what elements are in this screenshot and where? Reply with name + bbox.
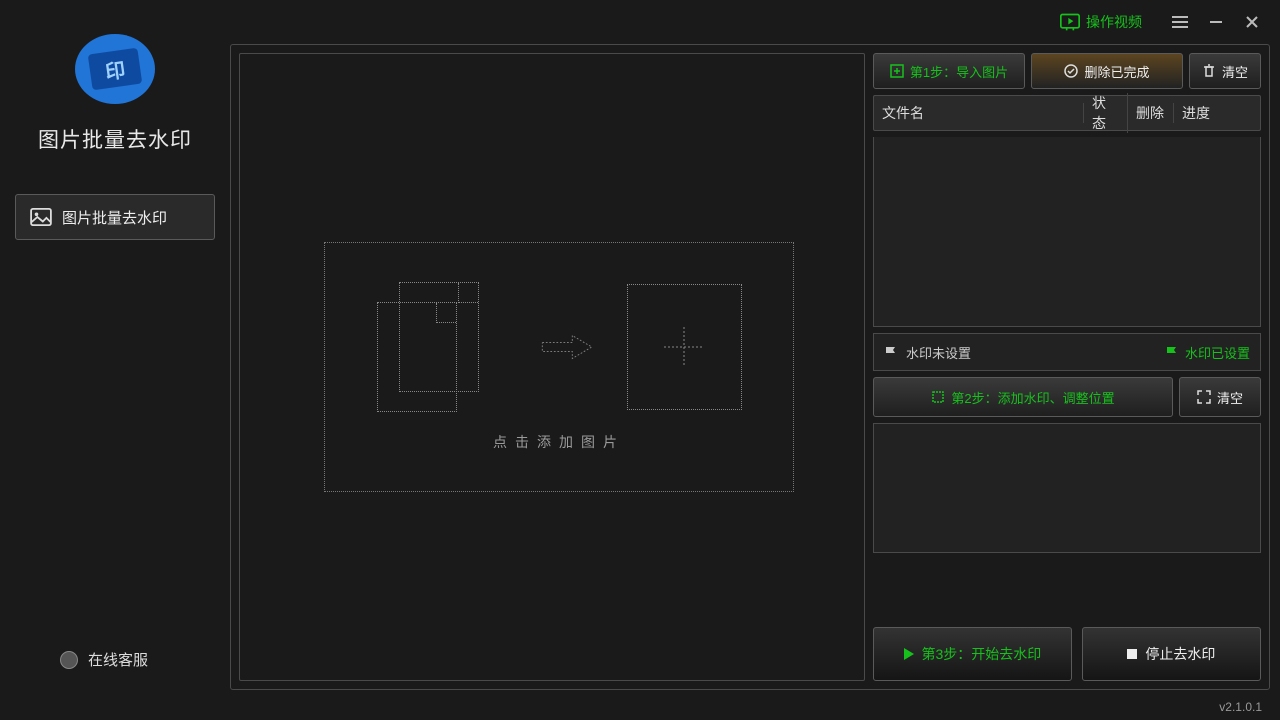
sidebar: 印 图片批量去水印 图片批量去水印 在线客服	[0, 44, 230, 690]
right-panel: 第1步：导入图片 删除已完成 清空 文件名 状态 删除 进度 水印未设置	[873, 53, 1261, 681]
minimize-icon	[1209, 15, 1223, 29]
delete-completed-button[interactable]: 删除已完成	[1031, 53, 1183, 89]
add-box-icon	[627, 284, 742, 410]
minimize-button[interactable]	[1198, 7, 1234, 37]
crop-icon	[931, 390, 945, 404]
arrow-icon	[537, 332, 597, 362]
online-support-link[interactable]: 在线客服	[60, 649, 148, 670]
flag-icon	[884, 345, 898, 359]
col-status: 状态	[1084, 93, 1128, 133]
col-progress: 进度	[1174, 103, 1260, 123]
video-icon	[1060, 13, 1080, 31]
play-icon	[904, 648, 914, 660]
close-button[interactable]	[1234, 7, 1270, 37]
col-filename: 文件名	[874, 103, 1084, 123]
step2-add-watermark-button[interactable]: 第2步：添加水印、调整位置	[873, 377, 1173, 417]
close-icon	[1245, 15, 1259, 29]
drop-zone[interactable]: 点击添加图片	[324, 242, 794, 492]
app-logo: 印	[75, 34, 155, 104]
main-area: 点击添加图片 第1步：导入图片 删除已完成 清空 文件名 状态 删除 进度	[230, 44, 1270, 690]
preview-canvas: 点击添加图片	[239, 53, 865, 681]
menu-button[interactable]	[1162, 7, 1198, 37]
import-icon	[890, 64, 904, 78]
drop-illustration	[377, 282, 742, 412]
watermark-set-link[interactable]: 水印已设置	[1165, 343, 1250, 362]
support-icon	[60, 651, 78, 669]
sidebar-item-label: 图片批量去水印	[62, 207, 167, 228]
sidebar-item-remove-watermark[interactable]: 图片批量去水印	[15, 194, 215, 240]
col-delete: 删除	[1128, 103, 1174, 123]
clear-watermark-button[interactable]: 清空	[1179, 377, 1261, 417]
watermark-set-label: 水印已设置	[1185, 343, 1250, 362]
clear-files-button[interactable]: 清空	[1189, 53, 1261, 89]
stop-icon	[1127, 649, 1137, 659]
operation-video-label: 操作视频	[1086, 12, 1142, 32]
watermark-status-row: 水印未设置 水印已设置	[873, 333, 1261, 371]
hamburger-icon	[1172, 15, 1188, 29]
check-circle-icon	[1064, 64, 1078, 78]
step3-start-button[interactable]: 第3步：开始去水印	[873, 627, 1072, 681]
drop-text: 点击添加图片	[493, 432, 625, 452]
version-label: v2.1.0.1	[1219, 700, 1262, 714]
stop-button[interactable]: 停止去水印	[1082, 627, 1261, 681]
support-label: 在线客服	[88, 649, 148, 670]
watermark-not-set-label: 水印未设置	[906, 343, 971, 362]
expand-icon	[1197, 390, 1211, 404]
file-list	[873, 137, 1261, 327]
step1-import-button[interactable]: 第1步：导入图片	[873, 53, 1025, 89]
flag-icon	[1165, 345, 1179, 359]
image-icon	[30, 208, 52, 226]
plus-icon	[659, 322, 709, 372]
trash-icon	[1202, 64, 1216, 78]
documents-icon	[377, 282, 507, 412]
file-table-header: 文件名 状态 删除 进度	[873, 95, 1261, 131]
operation-video-link[interactable]: 操作视频	[1060, 12, 1142, 32]
app-title: 图片批量去水印	[38, 124, 192, 154]
watermark-list	[873, 423, 1261, 553]
titlebar: 操作视频	[0, 0, 1280, 44]
